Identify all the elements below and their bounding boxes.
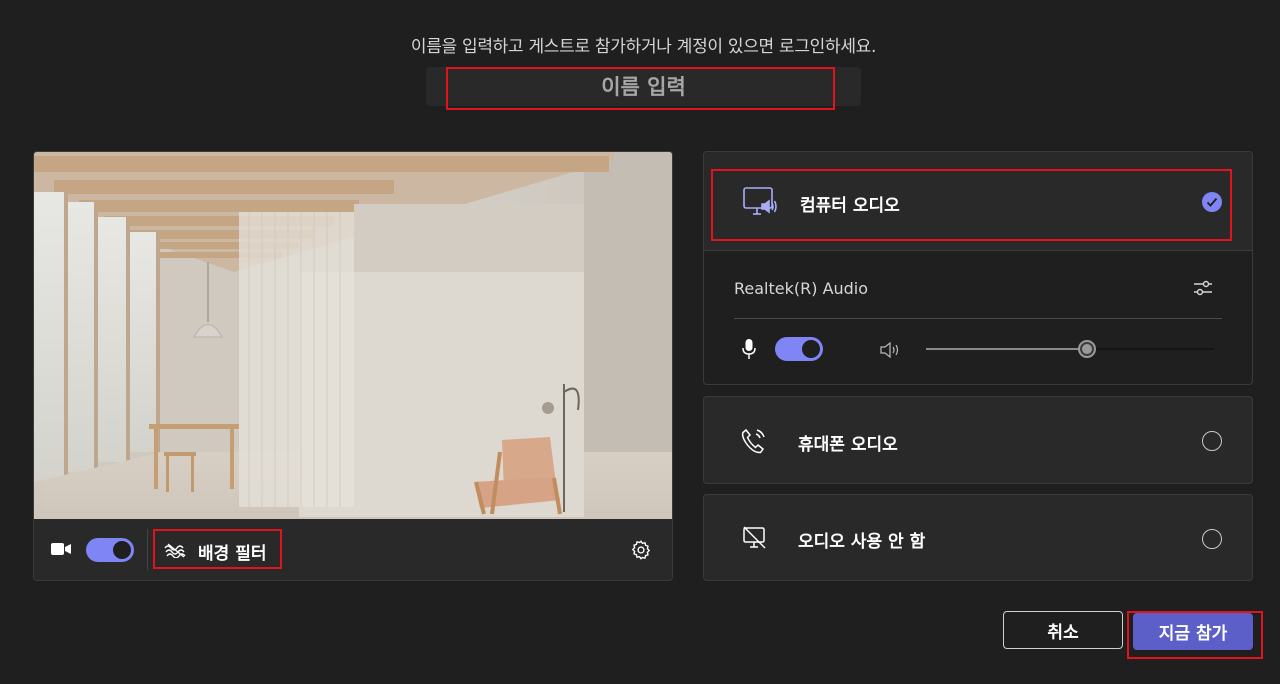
phone-audio-icon: [740, 427, 768, 459]
background-filter-icon: [164, 542, 188, 562]
cancel-button[interactable]: 취소: [1003, 611, 1123, 649]
computer-audio-option[interactable]: 컴퓨터 오디오: [704, 152, 1252, 251]
computer-audio-card: 컴퓨터 오디오 Realtek(R) Audio: [703, 151, 1253, 385]
device-divider: [734, 318, 1222, 319]
device-settings-icon[interactable]: [1192, 277, 1214, 303]
name-input[interactable]: [426, 67, 861, 106]
no-audio-label: 오디오 사용 안 함: [798, 532, 926, 552]
controls-divider: [147, 529, 148, 570]
no-audio-icon: [742, 525, 768, 555]
video-controls-bar: 배경 필터: [34, 519, 672, 580]
join-now-button[interactable]: 지금 참가: [1133, 613, 1253, 650]
phone-audio-label: 휴대폰 오디오: [798, 435, 898, 455]
background-filter-button[interactable]: 배경 필터: [156, 532, 280, 568]
microphone-toggle[interactable]: [775, 337, 823, 361]
camera-toggle[interactable]: [86, 538, 134, 562]
computer-audio-label: 컴퓨터 오디오: [800, 196, 900, 216]
computer-audio-icon: [742, 186, 778, 222]
name-field-container: [426, 67, 861, 106]
video-preview-panel: 배경 필터: [33, 151, 673, 581]
no-audio-option[interactable]: 오디오 사용 안 함: [703, 494, 1253, 581]
instruction-text: 이름을 입력하고 게스트로 참가하거나 계정이 있으면 로그인하세요.: [410, 37, 877, 57]
camera-preview-image: [34, 152, 672, 519]
phone-audio-option[interactable]: 휴대폰 오디오: [703, 396, 1253, 484]
speaker-icon: [879, 340, 903, 364]
phone-audio-radio[interactable]: [1202, 431, 1222, 451]
no-audio-radio[interactable]: [1202, 529, 1222, 549]
gear-icon[interactable]: [630, 539, 652, 565]
background-filter-label: 배경 필터: [198, 544, 267, 564]
volume-slider-thumb[interactable]: [1078, 340, 1096, 358]
audio-device-name: Realtek(R) Audio: [734, 279, 869, 298]
speaker-volume-slider[interactable]: [926, 340, 1214, 358]
microphone-icon: [742, 338, 756, 364]
selected-check-icon: [1202, 192, 1222, 212]
video-camera-icon: [50, 540, 72, 562]
